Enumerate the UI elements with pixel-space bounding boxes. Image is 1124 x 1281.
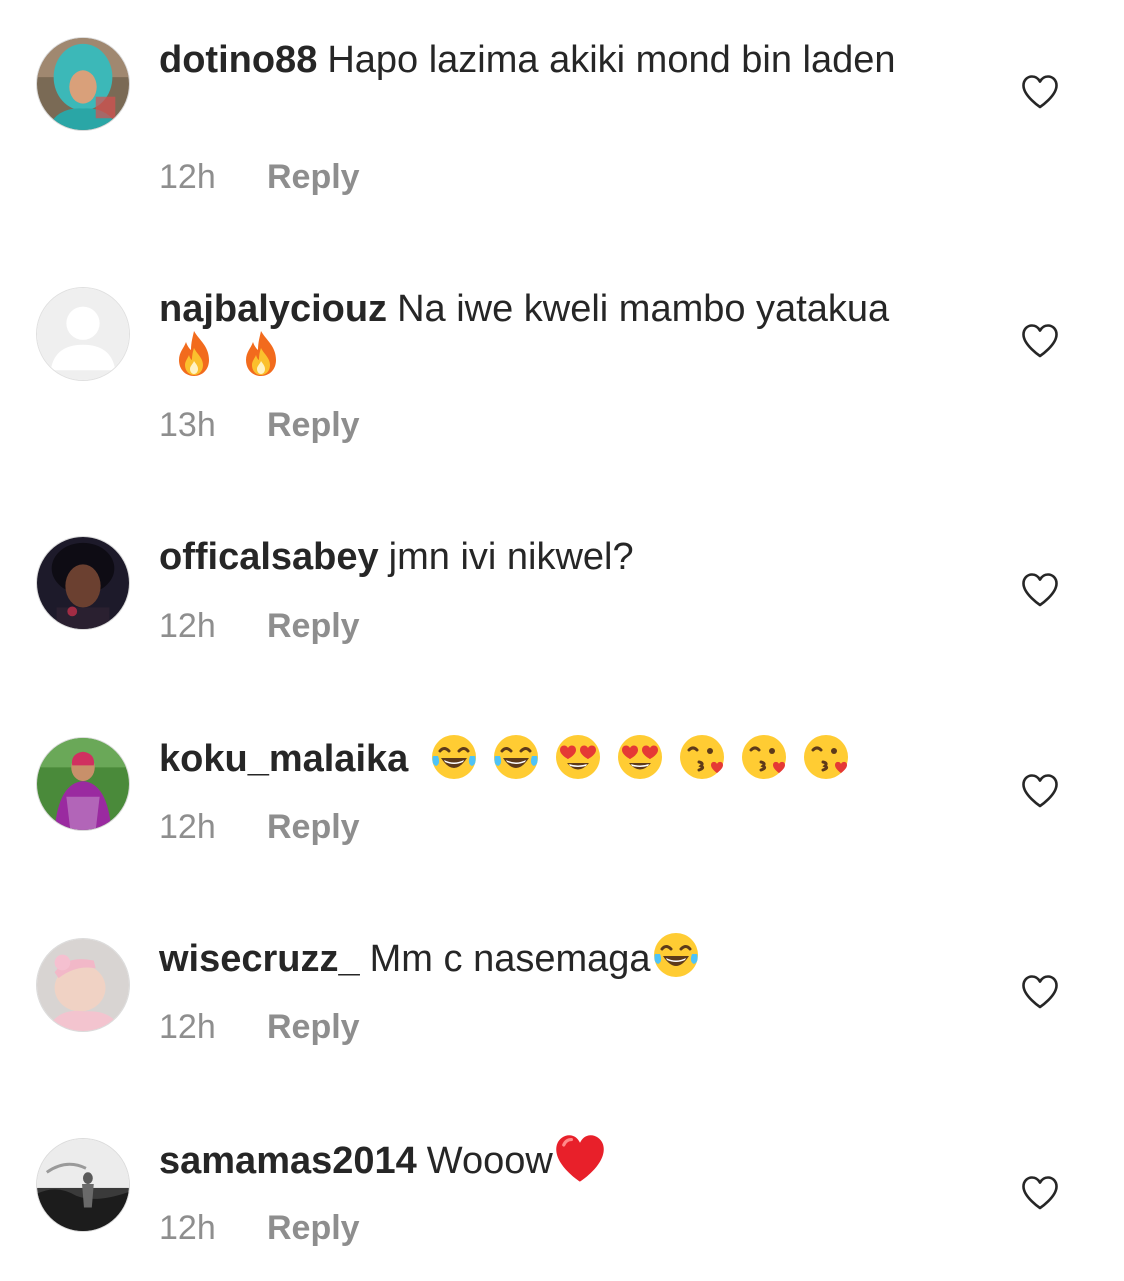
heart-outline-icon[interactable] [1021, 572, 1059, 608]
kissing-heart-emoji [739, 732, 789, 782]
comment-body: dotino88 Hapo lazima akiki mond bin laden [159, 36, 899, 84]
avatar-photo-grayscale [37, 1139, 129, 1231]
comment-body: koku_malaika [159, 735, 899, 786]
comment-username[interactable]: officalsabey [159, 536, 379, 578]
comment-meta: 13h Reply [159, 406, 360, 445]
comment-text: Na iwe kweli mambo yatakua [397, 288, 890, 330]
fire-emoji [169, 328, 219, 378]
comment-body: wisecruzz_ Mm c nasemaga [159, 935, 899, 986]
tears-of-joy-emoji [651, 930, 701, 980]
comment-text: Mm c nasemaga [369, 938, 651, 980]
comment-meta: 12h Reply [159, 1008, 360, 1047]
comment-text: Wooow [426, 1140, 553, 1183]
comment-username[interactable]: koku_malaika [159, 738, 408, 780]
reply-button[interactable]: Reply [267, 808, 360, 846]
heart-outline-icon[interactable] [1021, 974, 1059, 1010]
comment-username[interactable]: samamas2014 [159, 1140, 417, 1182]
comment-time: 12h [159, 158, 216, 196]
red-heart-emoji [553, 1132, 607, 1186]
reply-button[interactable]: Reply [267, 158, 360, 196]
comment-text: Hapo lazima akiki mond bin laden [327, 39, 896, 81]
comment-meta: 12h Reply [159, 1209, 360, 1248]
avatar-photo-dark [37, 537, 129, 629]
comment-body: najbalyciouz Na iwe kweli mambo yatakua [159, 285, 899, 384]
comment-meta: 12h Reply [159, 808, 360, 847]
reply-button[interactable]: Reply [267, 607, 360, 645]
comment-time: 12h [159, 1209, 216, 1247]
comment-body: samamas2014 Wooow [159, 1136, 899, 1190]
comment-username[interactable]: dotino88 [159, 39, 317, 81]
avatar-photo-green-purple [37, 738, 129, 830]
comment-body: officalsabey jmn ivi nikwel? [159, 533, 899, 581]
avatar[interactable] [36, 287, 130, 381]
comment-time: 13h [159, 406, 216, 444]
tears-of-joy-emoji [491, 732, 541, 782]
avatar[interactable] [36, 536, 130, 630]
heart-outline-icon[interactable] [1021, 1175, 1059, 1211]
heart-outline-icon[interactable] [1021, 74, 1059, 110]
comment-text: jmn ivi nikwel? [388, 536, 634, 578]
comment-time: 12h [159, 808, 216, 846]
comment-meta: 12h Reply [159, 158, 360, 197]
comment-meta: 12h Reply [159, 607, 360, 646]
kissing-heart-emoji [677, 732, 727, 782]
avatar[interactable] [36, 1138, 130, 1232]
reply-button[interactable]: Reply [267, 1008, 360, 1046]
avatar[interactable] [36, 737, 130, 831]
avatar-photo-baby-pink [37, 939, 129, 1031]
kissing-heart-emoji [801, 732, 851, 782]
emoji-row [429, 732, 851, 782]
reply-button[interactable]: Reply [267, 406, 360, 444]
heart-outline-icon[interactable] [1021, 773, 1059, 809]
fire-emoji [236, 328, 286, 378]
heart-eyes-emoji [615, 732, 665, 782]
comment-username[interactable]: najbalyciouz [159, 288, 387, 330]
default-avatar-placeholder [37, 288, 129, 380]
comment-username[interactable]: wisecruzz_ [159, 938, 360, 980]
avatar[interactable] [36, 938, 130, 1032]
avatar-photo-teal-hijab [37, 38, 129, 130]
reply-button[interactable]: Reply [267, 1209, 360, 1247]
comment-time: 12h [159, 1008, 216, 1046]
heart-eyes-emoji [553, 732, 603, 782]
avatar[interactable] [36, 37, 130, 131]
heart-outline-icon[interactable] [1021, 323, 1059, 359]
tears-of-joy-emoji [429, 732, 479, 782]
comment-time: 12h [159, 607, 216, 645]
